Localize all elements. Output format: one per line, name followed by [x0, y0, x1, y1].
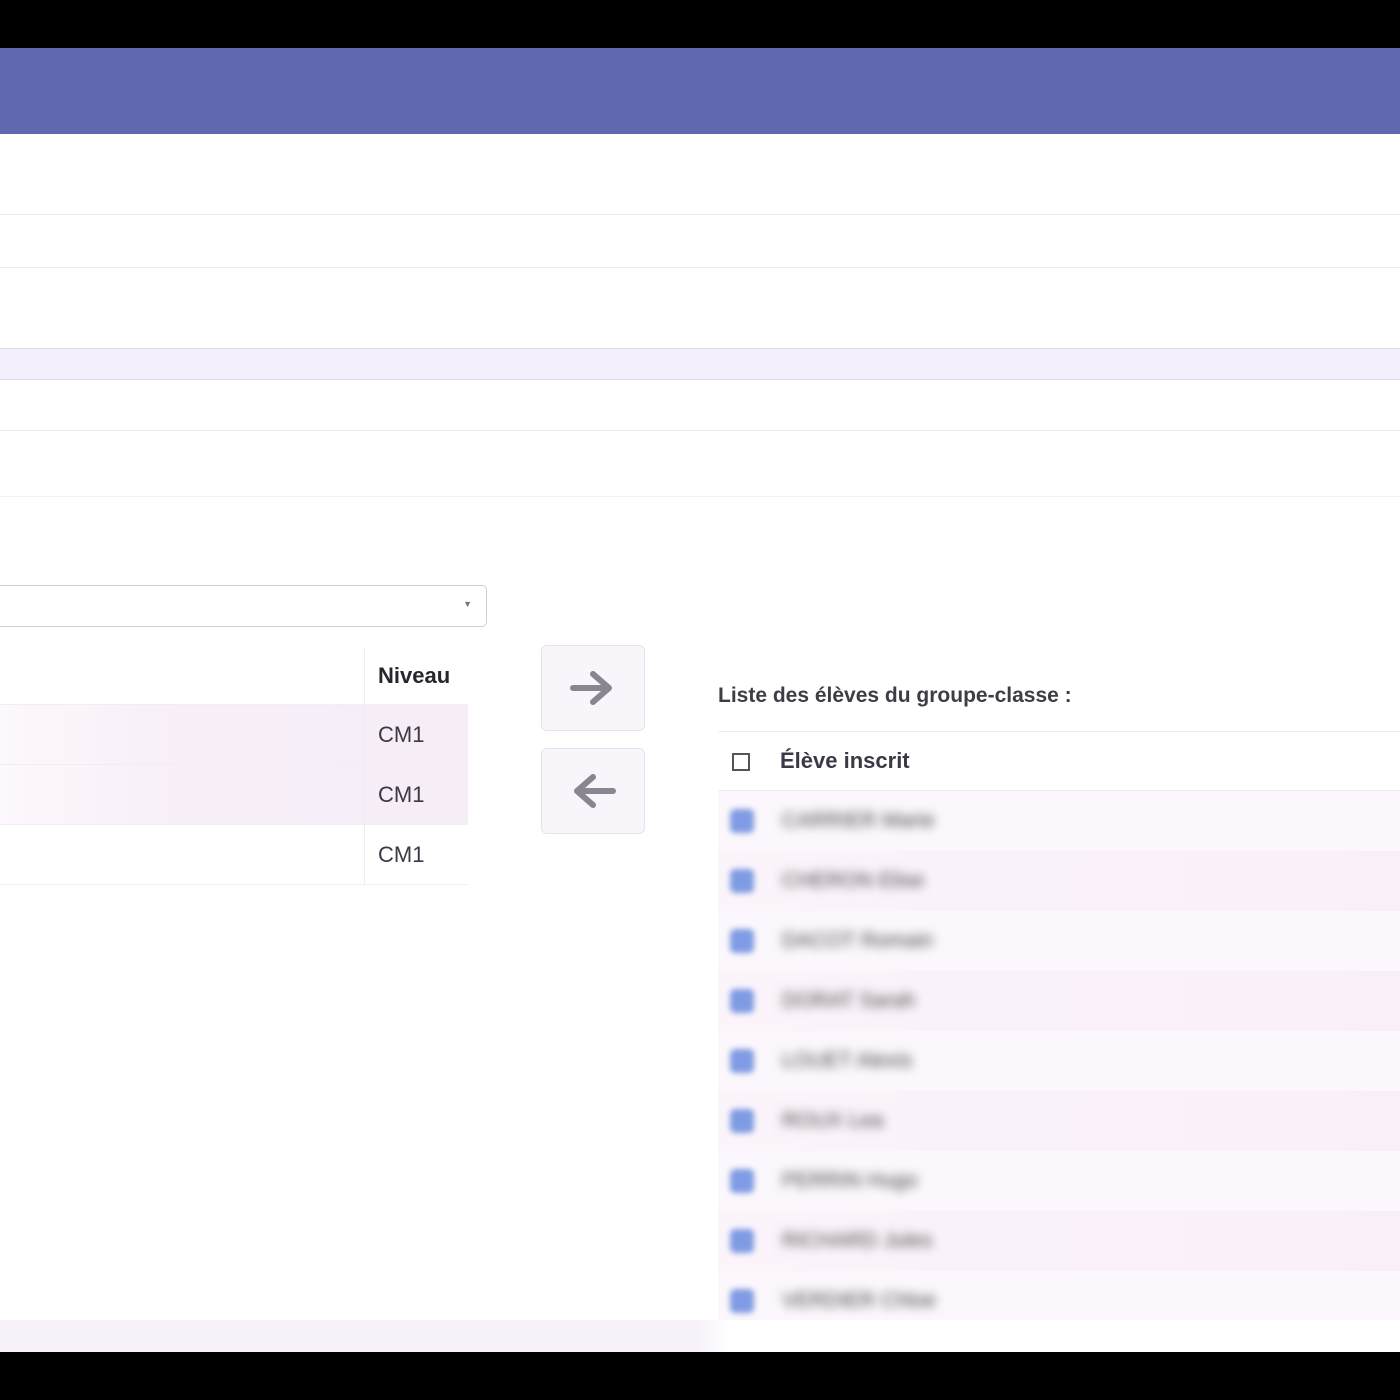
- student-checkbox[interactable]: [730, 1169, 754, 1193]
- column-divider: [364, 765, 365, 824]
- student-row[interactable]: CARRIER Marie: [718, 791, 1400, 851]
- student-name: CARRIER Marie: [782, 809, 935, 832]
- student-row[interactable]: PERRIN Hugo: [718, 1151, 1400, 1211]
- student-checkbox[interactable]: [730, 989, 754, 1013]
- column-divider: [364, 647, 365, 704]
- student-checkbox[interactable]: [730, 1229, 754, 1253]
- available-students-table: Niveau CM1 CM1 CM1: [0, 647, 468, 885]
- arrow-right-icon: [570, 671, 612, 705]
- table-row[interactable]: CM1: [0, 765, 468, 825]
- student-name: DORAT Sarah: [782, 989, 916, 1012]
- divider: [0, 214, 1400, 215]
- niveau-cell: CM1: [378, 781, 425, 807]
- student-name: PERRIN Hugo: [782, 1169, 918, 1192]
- divider: [0, 267, 1400, 268]
- student-name: LOUET Alexis: [782, 1049, 913, 1072]
- app-screen: ▼ Niveau CM1 CM1 CM1 Liste des élèves du…: [0, 48, 1400, 1352]
- move-left-button[interactable]: [541, 748, 645, 834]
- move-right-button[interactable]: [541, 645, 645, 731]
- student-row[interactable]: LOUET Alexis: [718, 1031, 1400, 1091]
- chevron-down-icon: ▼: [463, 599, 472, 609]
- student-row[interactable]: ROUX Lea: [718, 1091, 1400, 1151]
- class-group-select[interactable]: ▼: [0, 585, 487, 627]
- student-row[interactable]: DACOT Romain: [718, 911, 1400, 971]
- student-checkbox[interactable]: [730, 809, 754, 833]
- niveau-cell: CM1: [378, 721, 425, 747]
- table-row[interactable]: CM1: [0, 705, 468, 765]
- student-name: ROUX Lea: [782, 1109, 884, 1132]
- student-row[interactable]: CHERON Elise: [718, 851, 1400, 911]
- niveau-cell: CM1: [378, 841, 425, 867]
- student-checkbox[interactable]: [730, 929, 754, 953]
- student-checkbox[interactable]: [730, 1049, 754, 1073]
- list-header: Élève inscrit: [718, 731, 1400, 791]
- letterbox-top: [0, 0, 1400, 48]
- class-group-list-title: Liste des élèves du groupe-classe :: [718, 684, 1072, 707]
- section-band: [0, 348, 1400, 380]
- app-header-bar: [0, 48, 1400, 134]
- main-content: ▼ Niveau CM1 CM1 CM1 Liste des élèves du…: [0, 134, 1400, 1352]
- table-row[interactable]: CM1: [0, 825, 468, 885]
- select-all-checkbox[interactable]: [732, 753, 750, 771]
- column-divider: [364, 705, 365, 764]
- footer-strip: [0, 1320, 1400, 1352]
- student-checkbox[interactable]: [730, 1109, 754, 1133]
- student-checkbox[interactable]: [730, 1289, 754, 1313]
- letterbox-bottom: [0, 1352, 1400, 1400]
- arrow-left-icon: [574, 774, 616, 808]
- niveau-column-header[interactable]: Niveau: [378, 647, 450, 704]
- divider: [0, 430, 1400, 431]
- enrolled-students-list: Élève inscrit CARRIER Marie CHERON Elise…: [718, 731, 1400, 1352]
- table-header-row: Niveau: [0, 647, 468, 705]
- student-name: DACOT Romain: [782, 929, 934, 952]
- student-row[interactable]: DORAT Sarah: [718, 971, 1400, 1031]
- student-name: CHERON Elise: [782, 869, 925, 892]
- divider: [0, 496, 1400, 497]
- student-name: RICHARD Jules: [782, 1229, 933, 1252]
- enrolled-student-column-header: Élève inscrit: [780, 748, 910, 773]
- student-checkbox[interactable]: [730, 869, 754, 893]
- column-divider: [364, 825, 365, 884]
- student-row[interactable]: RICHARD Jules: [718, 1211, 1400, 1271]
